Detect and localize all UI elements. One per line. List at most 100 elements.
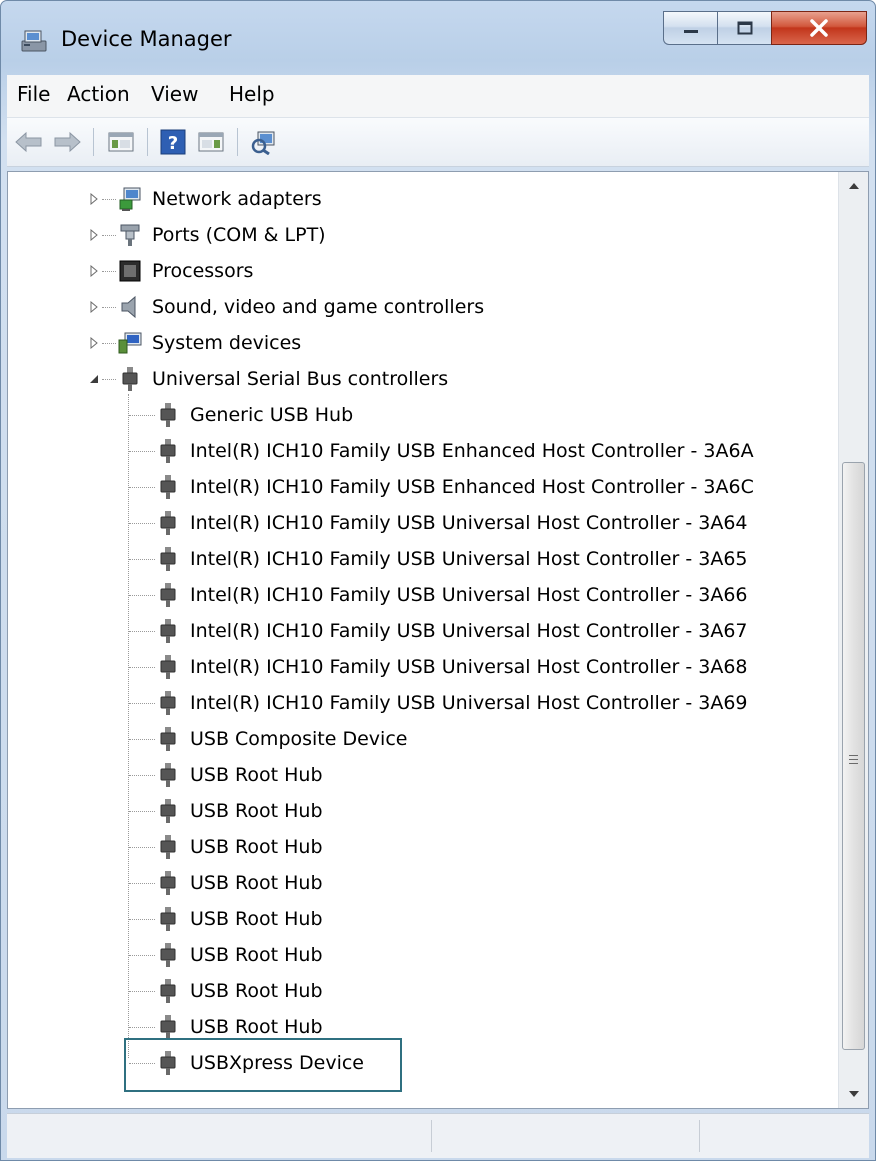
close-icon xyxy=(810,19,828,37)
tree-connector xyxy=(129,667,155,669)
scroll-up-button[interactable] xyxy=(839,172,868,200)
network-adapter-icon xyxy=(119,187,141,211)
device-tree[interactable]: Network adapters Ports (COM & LPT) Proce… xyxy=(7,171,869,1109)
tree-category-label: Ports (COM & LPT) xyxy=(152,224,326,246)
usb-plug-icon xyxy=(160,835,176,859)
usb-plug-icon xyxy=(160,727,176,751)
usb-device-label: USB Root Hub xyxy=(190,836,323,858)
usb-device-row[interactable]: USB Root Hub xyxy=(8,974,828,1008)
usb-device-row[interactable]: Intel(R) ICH10 Family USB Universal Host… xyxy=(8,578,828,612)
usb-plug-icon xyxy=(160,655,176,679)
minimize-icon xyxy=(683,30,698,33)
back-button[interactable] xyxy=(13,126,45,158)
usb-device-label: Intel(R) ICH10 Family USB Universal Host… xyxy=(190,512,748,534)
tree-category-system-devices[interactable]: System devices xyxy=(8,326,828,360)
expand-arrow-icon[interactable] xyxy=(88,265,100,277)
tree-connector xyxy=(102,271,116,273)
usb-device-row[interactable]: USB Root Hub xyxy=(8,758,828,792)
tree-category-sound[interactable]: Sound, video and game controllers xyxy=(8,290,828,324)
usb-device-row[interactable]: Intel(R) ICH10 Family USB Universal Host… xyxy=(8,542,828,576)
properties-pane-button[interactable] xyxy=(195,126,227,158)
help-button[interactable]: ? xyxy=(157,126,189,158)
expand-arrow-icon[interactable] xyxy=(88,337,100,349)
title-bar[interactable]: Device Manager xyxy=(1,1,875,79)
scroll-down-button[interactable] xyxy=(839,1080,868,1108)
minimize-button[interactable] xyxy=(663,11,717,45)
scrollbar-thumb[interactable] xyxy=(842,462,865,1050)
tree-category-usb-controllers[interactable]: Universal Serial Bus controllers xyxy=(8,362,828,396)
usb-device-label: USB Root Hub xyxy=(190,944,323,966)
help-icon: ? xyxy=(160,129,186,155)
tree-connector xyxy=(102,343,116,345)
tree-connector xyxy=(129,1027,155,1029)
usb-device-row[interactable]: Intel(R) ICH10 Family USB Universal Host… xyxy=(8,614,828,648)
usb-plug-icon xyxy=(160,583,176,607)
usb-device-row[interactable]: Generic USB Hub xyxy=(8,398,828,432)
usb-device-label: USB Root Hub xyxy=(190,908,323,930)
close-button[interactable] xyxy=(771,11,867,45)
expand-arrow-icon[interactable] xyxy=(88,301,100,313)
maximize-button[interactable] xyxy=(717,11,771,45)
usb-device-row[interactable]: Intel(R) ICH10 Family USB Universal Host… xyxy=(8,650,828,684)
tree-connector xyxy=(129,739,155,741)
usb-device-row[interactable]: USB Root Hub xyxy=(8,902,828,936)
tree-connector xyxy=(129,487,155,489)
usb-device-row[interactable]: USB Root Hub xyxy=(8,830,828,864)
tree-connector xyxy=(129,415,155,417)
tree-category-label: Network adapters xyxy=(152,188,322,210)
vertical-scrollbar[interactable] xyxy=(838,172,868,1108)
processor-icon xyxy=(119,260,141,282)
scroll-down-arrow-icon xyxy=(848,1091,859,1097)
tree-connector xyxy=(129,523,155,525)
tree-connector xyxy=(129,775,155,777)
menu-file[interactable]: File xyxy=(17,82,50,106)
usb-plug-icon xyxy=(160,619,176,643)
maximize-icon xyxy=(737,21,752,35)
menu-view[interactable]: View xyxy=(151,82,198,106)
usb-plug-icon xyxy=(160,511,176,535)
usb-device-label: USB Root Hub xyxy=(190,980,323,1002)
usb-device-row[interactable]: Intel(R) ICH10 Family USB Universal Host… xyxy=(8,686,828,720)
tree-category-label: Processors xyxy=(152,260,254,282)
tree-connector xyxy=(129,703,155,705)
usb-device-label: Intel(R) ICH10 Family USB Universal Host… xyxy=(190,656,748,678)
usb-plug-icon xyxy=(160,475,176,499)
expand-arrow-icon[interactable] xyxy=(88,193,100,205)
usb-device-row[interactable]: USB Composite Device xyxy=(8,722,828,756)
usb-device-label: USB Root Hub xyxy=(190,764,323,786)
usb-device-label: USB Root Hub xyxy=(190,872,323,894)
status-bar-divider xyxy=(431,1120,432,1152)
expand-arrow-icon[interactable] xyxy=(88,229,100,241)
show-hide-console-tree-button[interactable] xyxy=(105,126,137,158)
scan-hardware-changes-icon xyxy=(251,131,275,155)
svg-text:?: ? xyxy=(168,133,178,154)
usb-device-label: Intel(R) ICH10 Family USB Enhanced Host … xyxy=(190,440,754,462)
usb-device-row[interactable]: USB Root Hub xyxy=(8,938,828,972)
tree-category-ports[interactable]: Ports (COM & LPT) xyxy=(8,218,828,252)
usb-device-row[interactable]: Intel(R) ICH10 Family USB Enhanced Host … xyxy=(8,434,828,468)
usb-device-label: Intel(R) ICH10 Family USB Universal Host… xyxy=(190,584,748,606)
usb-device-row[interactable]: Intel(R) ICH10 Family USB Enhanced Host … xyxy=(8,470,828,504)
usb-plug-icon xyxy=(160,403,176,427)
tree-connector xyxy=(129,847,155,849)
tree-category-network-adapters[interactable]: Network adapters xyxy=(8,182,828,216)
usb-plug-icon xyxy=(160,943,176,967)
device-manager-window: Device Manager File Action View Help ? N… xyxy=(0,0,876,1161)
caption-buttons xyxy=(663,11,867,45)
tree-category-processors[interactable]: Processors xyxy=(8,254,828,288)
usb-plug-icon xyxy=(160,763,176,787)
focus-rectangle xyxy=(124,1038,402,1092)
forward-button[interactable] xyxy=(51,126,83,158)
tree-connector xyxy=(129,955,155,957)
menu-action[interactable]: Action xyxy=(67,82,130,106)
usb-device-row[interactable]: USB Root Hub xyxy=(8,794,828,828)
usb-device-row[interactable]: Intel(R) ICH10 Family USB Universal Host… xyxy=(8,506,828,540)
usb-plug-icon xyxy=(160,547,176,571)
menu-bar: File Action View Help xyxy=(7,75,869,118)
menu-help[interactable]: Help xyxy=(229,82,275,106)
collapse-arrow-icon[interactable] xyxy=(88,373,100,385)
thumb-grip xyxy=(849,759,858,760)
usb-device-row[interactable]: USB Root Hub xyxy=(8,866,828,900)
scan-hardware-changes-button[interactable] xyxy=(247,126,279,158)
toolbar: ? xyxy=(7,118,869,167)
